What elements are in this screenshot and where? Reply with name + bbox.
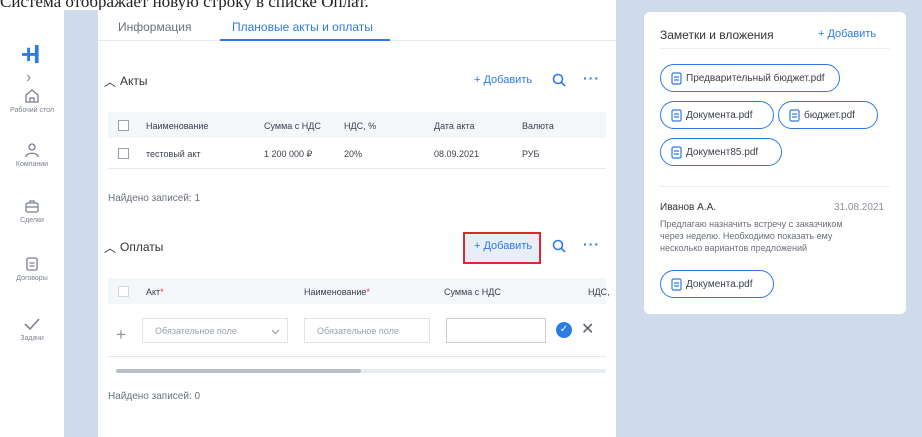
confirm-row-button[interactable]: ✓	[556, 322, 572, 338]
required-mark: *	[160, 287, 164, 297]
file-icon	[789, 109, 800, 122]
acts-select-all-checkbox[interactable]	[118, 120, 129, 131]
tab-planned-acts[interactable]: Плановые акты и оплаты	[232, 20, 373, 34]
add-row-plus-icon[interactable]: +	[116, 325, 126, 345]
chevron-down-icon	[271, 329, 280, 335]
gutter-background	[64, 10, 98, 437]
comment-text: Предлагаю назначить встречу с заказчиком…	[660, 218, 896, 254]
payments-add-button[interactable]: + Добавить	[474, 240, 532, 252]
notes-divider	[660, 186, 890, 187]
sidebar-item-tasks[interactable]: Задачи	[0, 316, 64, 342]
file-icon	[671, 72, 682, 85]
payments-search-icon[interactable]	[552, 239, 566, 253]
active-tab-indicator	[220, 39, 390, 41]
tab-information[interactable]: Информация	[118, 20, 191, 34]
acts-col-date[interactable]: Дата акта	[434, 121, 475, 131]
acts-cell-vat: 20%	[344, 149, 363, 159]
payments-col-vat[interactable]: НДС,	[588, 287, 610, 297]
acts-add-button[interactable]: + Добавить	[474, 74, 532, 86]
sidebar: +I › Рабочий стол Компании Сделки Догово…	[0, 10, 64, 437]
acts-title: Акты	[120, 74, 148, 88]
name-input[interactable]: Обязательное поле	[304, 318, 430, 343]
sidebar-item-desktop[interactable]: Рабочий стол	[0, 88, 64, 114]
app-logo[interactable]: +I	[21, 39, 41, 70]
sidebar-item-contracts[interactable]: Договоры	[0, 256, 64, 282]
acts-col-amount[interactable]: Сумма с НДС	[264, 121, 321, 131]
collapse-acts-icon[interactable]: ︿	[104, 73, 116, 90]
payments-row-divider	[108, 356, 606, 357]
sidebar-item-label: Сделки	[20, 217, 44, 224]
sidebar-item-label: Договоры	[16, 275, 48, 282]
acts-cell-date: 08.09.2021	[434, 149, 480, 159]
sidebar-item-label: Компании	[15, 161, 49, 168]
comment-line: Предлагаю назначить встречу с заказчиком	[660, 219, 843, 229]
payments-title: Оплаты	[120, 240, 164, 254]
expand-sidebar-button[interactable]: ›	[26, 69, 31, 87]
comment-date: 31.08.2021	[834, 202, 885, 213]
sidebar-item-deals[interactable]: Сделки	[0, 198, 64, 224]
payments-col-act-label: Акт	[146, 287, 161, 297]
act-select-placeholder: Обязательное поле	[155, 326, 237, 336]
file-icon	[671, 109, 682, 122]
payments-col-amount[interactable]: Сумма с НДС	[444, 287, 501, 297]
people-icon	[25, 143, 39, 158]
payments-col-name-label: Наименование	[304, 287, 367, 297]
comment-attachment-chip[interactable]: Документа.pdf	[660, 270, 774, 298]
sidebar-item-label: Задачи	[20, 335, 44, 342]
file-chip[interactable]: бюджет.pdf	[778, 101, 878, 129]
name-input-placeholder: Обязательное поле	[317, 326, 399, 336]
payments-col-name[interactable]: Наименование*	[304, 287, 370, 297]
payments-select-all-checkbox[interactable]	[118, 286, 129, 297]
caption-text: Система отображает новую строку в списке…	[0, 0, 369, 10]
payments-scrollbar-thumb[interactable]	[116, 369, 361, 373]
comment-line: через неделю. Необходимо показать ему	[660, 231, 833, 241]
acts-search-icon[interactable]	[552, 73, 566, 87]
acts-row-divider	[108, 168, 606, 169]
briefcase-icon	[25, 200, 39, 213]
file-icon	[671, 278, 682, 291]
acts-col-vat[interactable]: НДС, %	[344, 121, 376, 131]
file-chip-label: Предварительный бюджет.pdf	[686, 73, 825, 84]
file-chip[interactable]: Документа.pdf	[660, 101, 774, 129]
comment-author: Иванов А.А.	[660, 202, 717, 213]
file-chip-label: Документ85.pdf	[686, 147, 759, 158]
comment-line: несколько вариантов предложений	[660, 243, 808, 253]
file-chip[interactable]: Предварительный бюджет.pdf	[660, 64, 840, 92]
acts-record-count: Найдено записей: 1	[108, 193, 201, 204]
acts-col-currency[interactable]: Валюта	[522, 121, 554, 131]
file-chip-label: Документа.pdf	[686, 279, 753, 290]
payments-record-count: Найдено записей: 0	[108, 391, 201, 402]
acts-row-checkbox[interactable]	[118, 148, 129, 159]
sidebar-item-label: Рабочий стол	[10, 107, 54, 114]
amount-input[interactable]	[446, 318, 546, 343]
file-chip-label: бюджет.pdf	[804, 110, 855, 121]
payments-more-icon[interactable]: ···	[583, 236, 600, 252]
acts-more-icon[interactable]: ···	[583, 70, 600, 86]
acts-cell-amount: 1 200 000 ₽	[264, 149, 313, 159]
acts-cell-name[interactable]: тестовый акт	[146, 149, 201, 159]
main-card: Информация Плановые акты и оплаты ︿ Акты…	[98, 10, 616, 437]
file-chip-label: Документа.pdf	[686, 110, 753, 121]
notes-title-divider	[660, 48, 890, 49]
sidebar-item-companies[interactable]: Компании	[0, 142, 64, 168]
notes-panel: Заметки и вложения + Добавить Предварите…	[644, 12, 906, 314]
payments-col-act[interactable]: Акт*	[146, 287, 164, 297]
check-icon	[24, 318, 40, 331]
act-select-field[interactable]: Обязательное поле	[142, 318, 288, 343]
cancel-row-button[interactable]: ✕	[581, 319, 594, 339]
notes-add-button[interactable]: + Добавить	[818, 28, 876, 40]
collapse-payments-icon[interactable]: ︿	[104, 239, 116, 256]
file-chip[interactable]: Документ85.pdf	[660, 138, 782, 166]
home-icon	[25, 89, 39, 103]
file-icon	[671, 146, 682, 159]
tab-bar: Информация Плановые акты и оплаты	[98, 10, 616, 41]
acts-cell-currency: РУБ	[522, 149, 540, 159]
acts-col-name[interactable]: Наименование	[146, 121, 208, 131]
notes-title: Заметки и вложения	[660, 28, 774, 42]
required-mark: *	[366, 287, 370, 297]
document-icon	[26, 257, 38, 271]
